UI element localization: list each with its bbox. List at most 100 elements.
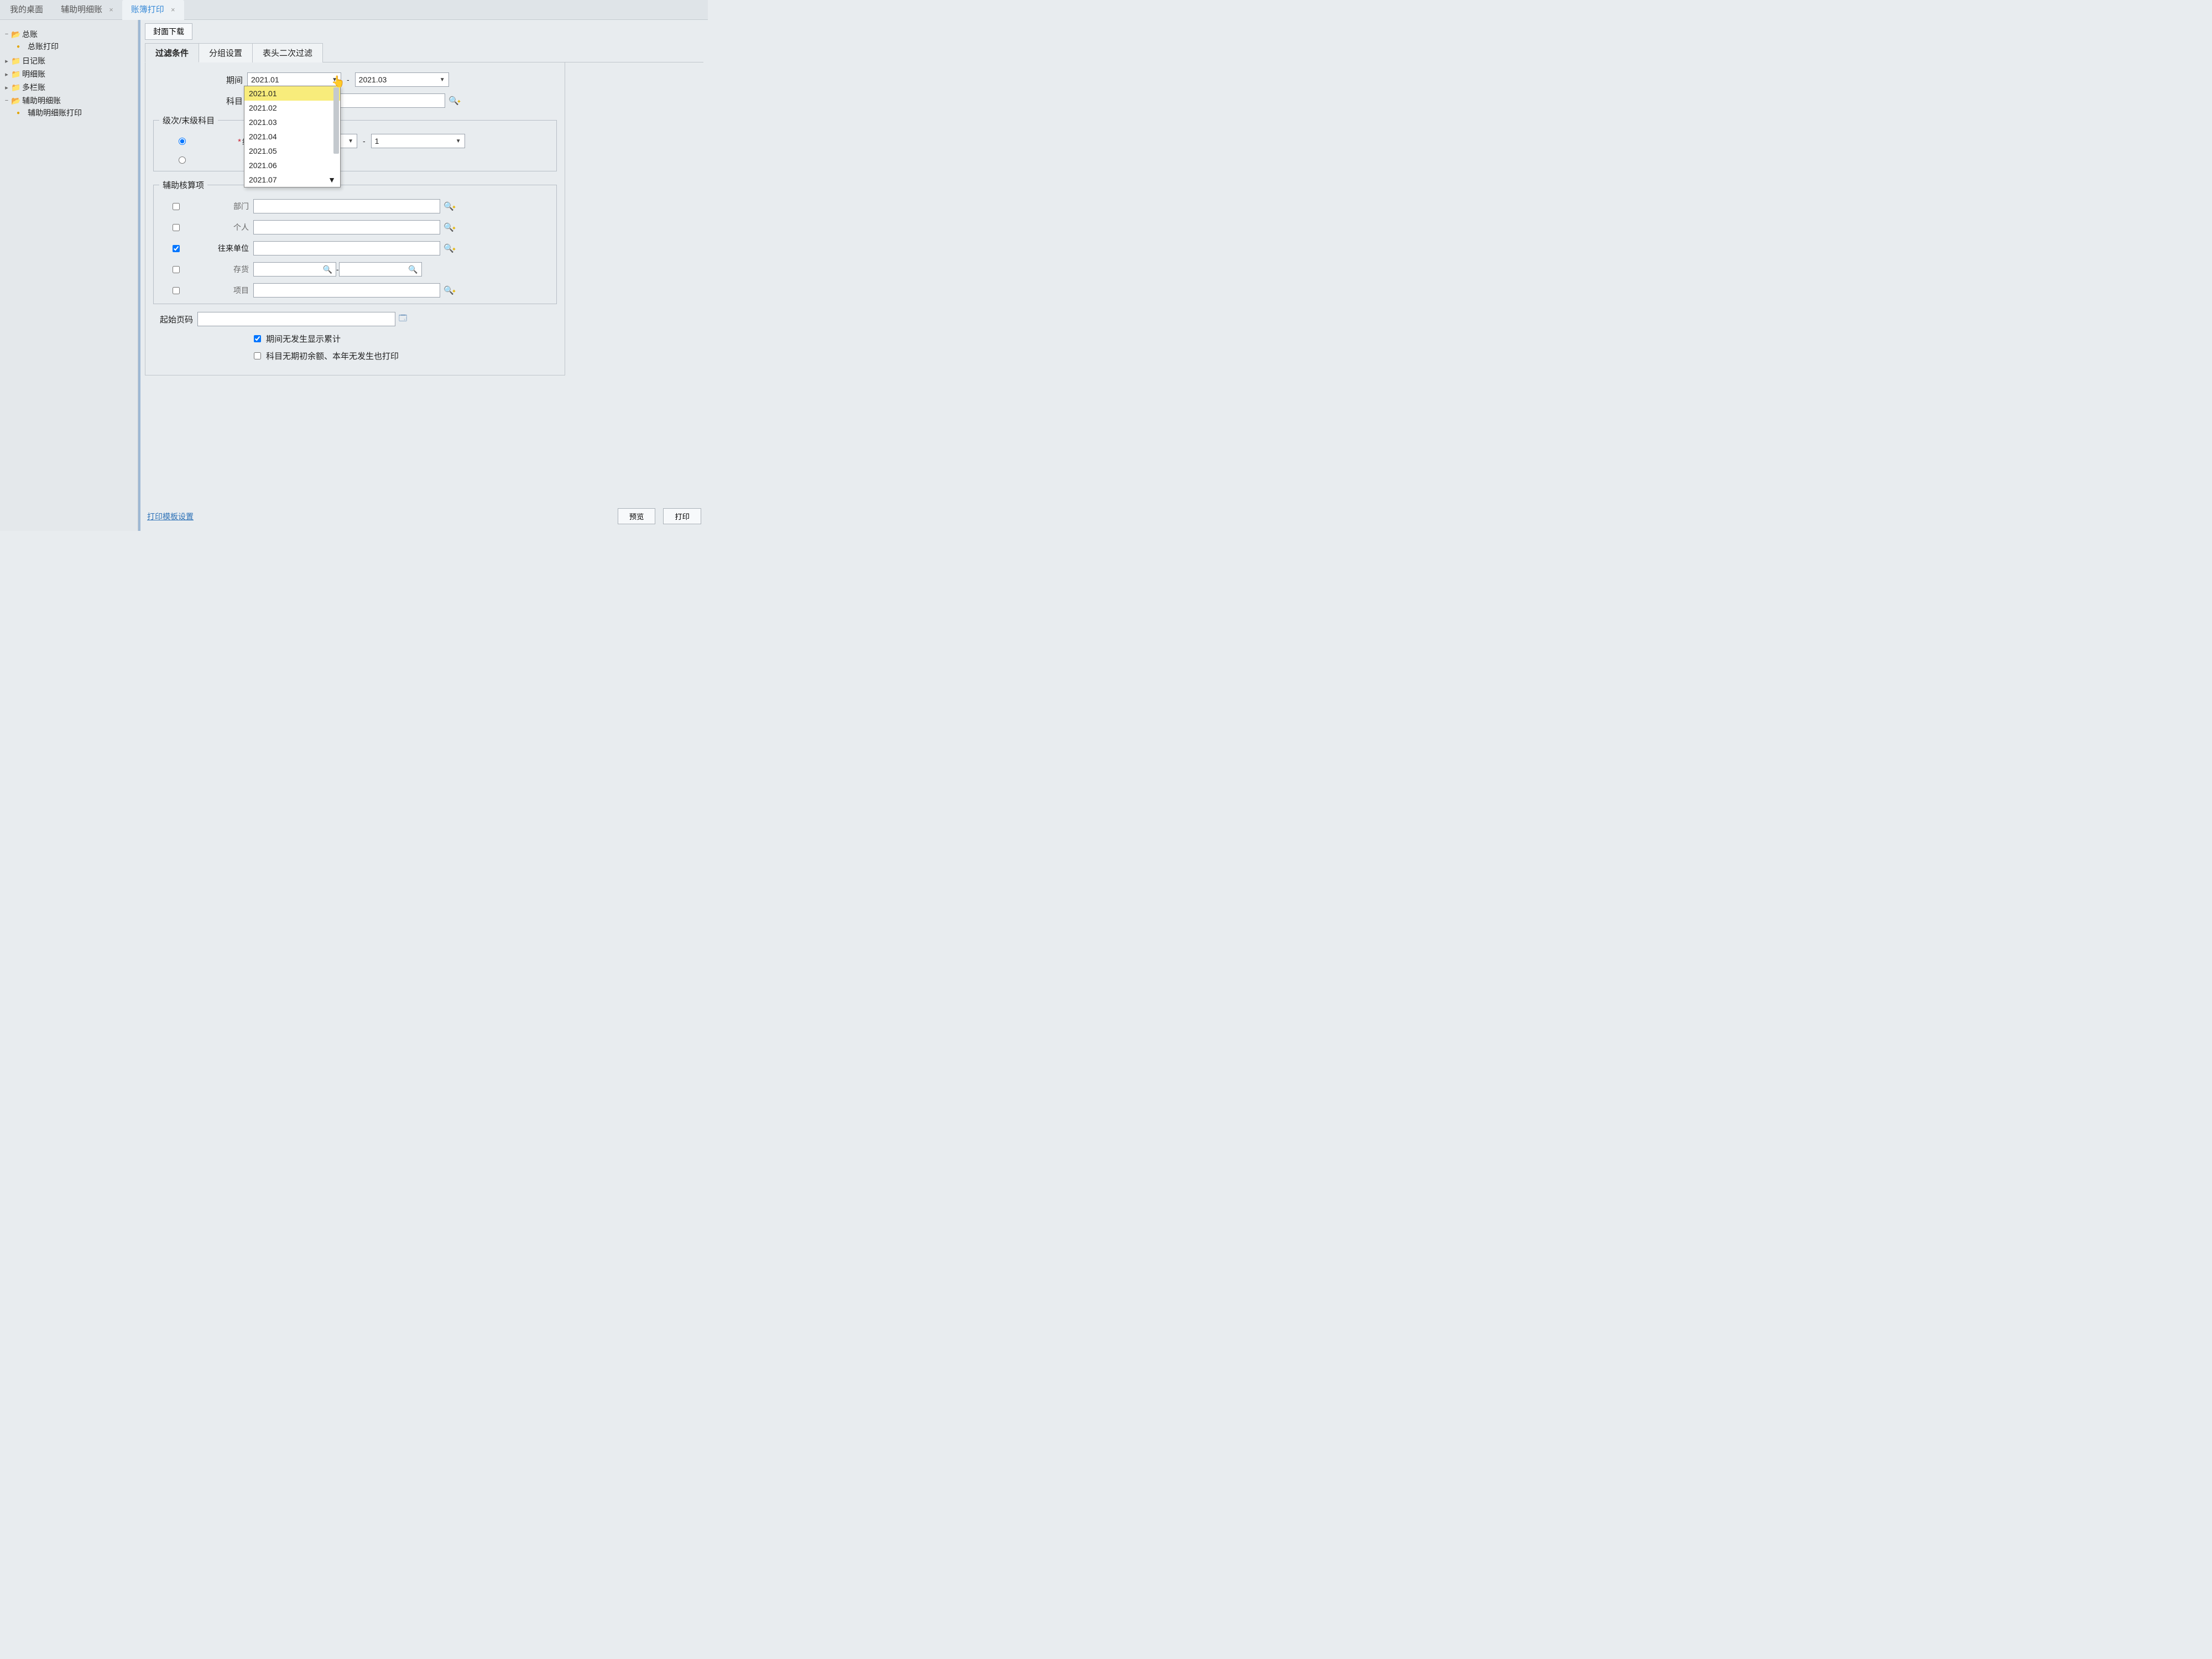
subtab-filter[interactable]: 过滤条件 (145, 43, 199, 62)
subtab-group[interactable]: 分组设置 (199, 43, 253, 62)
folder-open-icon: 📂 (11, 96, 21, 106)
period-to-value: 2021.03 (359, 75, 387, 84)
folder-open-icon: 📂 (11, 30, 21, 39)
chk-cumulative[interactable]: 期间无发生显示累计 (252, 333, 341, 345)
level-radio-level[interactable] (179, 138, 186, 145)
search-icon: 🔍 (321, 265, 332, 274)
aux-stock-to-input[interactable]: 🔍 (339, 262, 422, 276)
dropdown-option[interactable]: 2021.01 (244, 86, 340, 101)
tree-label: 辅助明细账 (22, 95, 61, 106)
dropdown-option[interactable]: 2021.07▼ (244, 173, 340, 187)
chk-no-balance[interactable]: 科目无期初余额、本年无发生也打印 (252, 350, 399, 362)
bullet-icon: ● (17, 44, 27, 50)
content-area: 封面下载 过滤条件 分组设置 表头二次过滤 期间 2021.01 ▼ - (138, 20, 708, 531)
aux-project-checkbox[interactable] (173, 287, 180, 294)
expand-icon: ▸ (3, 71, 10, 78)
aux-stock-label: 存货 (192, 264, 253, 275)
subtab-header2[interactable]: 表头二次过滤 (252, 43, 323, 62)
bottom-bar: 打印模板设置 预览 打印 (147, 508, 701, 524)
close-icon[interactable]: × (109, 6, 113, 14)
tree-node-aux-print[interactable]: ● 辅助明细账打印 (17, 107, 138, 118)
lookup-icon[interactable]: 🔍 (444, 285, 456, 295)
tree-label: 总账 (22, 29, 38, 40)
close-icon[interactable]: × (171, 6, 175, 14)
collapse-icon: − (3, 31, 10, 38)
lookup-icon[interactable]: 🔍 (444, 222, 456, 232)
tree-node-journal[interactable]: ▸ 📁 日记账 (3, 55, 138, 66)
cover-download-button[interactable]: 封面下载 (145, 23, 192, 40)
template-setting-link[interactable]: 打印模板设置 (147, 511, 194, 522)
expand-icon: ▸ (3, 84, 10, 91)
preview-button[interactable]: 预览 (618, 508, 656, 524)
period-dropdown[interactable]: 2021.01 2021.02 2021.03 2021.04 2021.05 … (244, 86, 341, 187)
period-from-combo[interactable]: 2021.01 ▼ (247, 72, 341, 87)
dropdown-option[interactable]: 2021.04 (244, 129, 340, 144)
aux-stock-checkbox[interactable] (173, 266, 180, 273)
tab-desktop[interactable]: 我的桌面 (1, 0, 52, 20)
aux-dept-input[interactable] (253, 199, 440, 213)
dropdown-option[interactable]: 2021.03 (244, 115, 340, 129)
tab-aux-detail-label: 辅助明细账 (61, 5, 102, 14)
sidebar: − 📂 总账 ● 总账打印 ▸ 📁 日记账 (0, 20, 138, 531)
tab-ledger-print[interactable]: 账簿打印 × (122, 0, 184, 20)
folder-icon: 📁 (11, 83, 21, 92)
chk-no-balance-box[interactable] (254, 352, 261, 359)
tree-node-gl-print[interactable]: ● 总账打印 (17, 41, 138, 52)
aux-partner-label: 往来单位 (192, 243, 253, 254)
caret-down-icon: ▼ (456, 138, 461, 144)
aux-project-input[interactable] (253, 283, 440, 298)
tree-node-detail[interactable]: ▸ 📁 明细账 (3, 69, 138, 80)
expand-icon: ▸ (3, 58, 10, 65)
tab-bar: 我的桌面 辅助明细账 × 账簿打印 × (0, 0, 708, 20)
chk-cumulative-label: 期间无发生显示累计 (266, 333, 341, 345)
tree-node-multi[interactable]: ▸ 📁 多栏账 (3, 82, 138, 93)
caret-down-icon: ▼ (348, 138, 353, 144)
aux-person-checkbox[interactable] (173, 224, 180, 231)
level-radio-last[interactable] (179, 156, 186, 164)
folder-icon: 📁 (11, 56, 21, 66)
lookup-icon[interactable]: 🔍 (444, 243, 456, 253)
level-to-combo[interactable]: 1 ▼ (371, 134, 465, 148)
collapse-icon: − (3, 97, 10, 104)
chk-no-balance-label: 科目无期初余额、本年无发生也打印 (266, 350, 399, 362)
level-fieldset: 级次/末级科目 *级次 ▼ - 1 ▼ (153, 114, 557, 171)
tree-label: 日记账 (22, 55, 45, 66)
tab-aux-detail[interactable]: 辅助明细账 × (52, 0, 122, 20)
tree-label: 多栏账 (22, 82, 45, 93)
search-icon: 🔍 (406, 265, 418, 274)
period-from-value: 2021.01 (251, 75, 279, 84)
lookup-icon[interactable]: 🔍 (444, 201, 456, 211)
start-page-label: 起始页码 (103, 314, 197, 325)
tree-label: 明细账 (22, 69, 45, 80)
caret-down-icon: ▼ (332, 77, 337, 83)
print-button[interactable]: 打印 (663, 508, 701, 524)
start-page-input[interactable] (197, 312, 395, 326)
dropdown-option[interactable]: 2021.05 (244, 144, 340, 158)
aux-fieldset: 辅助核算项 部门 🔍 个人 🔍 (153, 179, 557, 304)
aux-person-input[interactable] (253, 220, 440, 234)
tree-node-aux[interactable]: − 📂 辅助明细账 (3, 95, 138, 106)
period-label: 期间 (153, 74, 247, 86)
dropdown-option[interactable]: 2021.02 (244, 101, 340, 115)
calculator-icon[interactable]: 🗔 (399, 312, 407, 326)
aux-dept-checkbox[interactable] (173, 203, 180, 210)
tree-node-gl[interactable]: − 📂 总账 (3, 29, 138, 40)
tab-ledger-print-label: 账簿打印 (131, 5, 164, 14)
chk-cumulative-box[interactable] (254, 335, 261, 342)
scrollbar-thumb[interactable] (333, 87, 339, 154)
tree-label: 总账打印 (28, 41, 59, 52)
tree-label: 辅助明细账打印 (28, 107, 82, 118)
aux-stock-from-input[interactable]: 🔍 (253, 262, 336, 276)
aux-person-label: 个人 (192, 222, 253, 233)
range-separator: - (341, 75, 355, 84)
filter-panel: 期间 2021.01 ▼ - 2021.03 ▼ 科目 🔍 (145, 62, 565, 375)
folder-icon: 📁 (11, 70, 21, 79)
aux-partner-input[interactable] (253, 241, 440, 255)
level-to-value: 1 (375, 137, 379, 145)
aux-legend: 辅助核算项 (159, 179, 207, 191)
dropdown-option[interactable]: 2021.06 (244, 158, 340, 173)
period-to-combo[interactable]: 2021.03 ▼ (355, 72, 449, 87)
aux-partner-checkbox[interactable] (173, 245, 180, 252)
level-legend: 级次/末级科目 (159, 114, 218, 126)
lookup-icon[interactable]: 🔍 (448, 96, 461, 106)
